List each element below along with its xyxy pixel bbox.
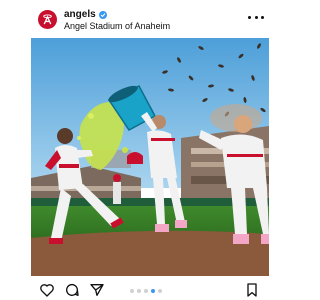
bookmark-icon[interactable] bbox=[244, 282, 260, 298]
location-link[interactable]: Angel Stadium of Anaheim bbox=[64, 21, 170, 31]
carousel-dot bbox=[137, 289, 141, 293]
carousel-indicator bbox=[130, 289, 162, 293]
post-image[interactable] bbox=[31, 38, 269, 276]
verified-badge-icon bbox=[98, 10, 107, 19]
post-actions-bar bbox=[0, 282, 300, 300]
carousel-dot bbox=[130, 289, 134, 293]
comment-icon[interactable] bbox=[64, 282, 80, 298]
angels-logo-icon bbox=[43, 14, 52, 25]
username[interactable]: angels bbox=[64, 9, 96, 20]
carousel-dot-active bbox=[151, 289, 155, 293]
heart-icon[interactable] bbox=[39, 282, 55, 298]
carousel-dot bbox=[158, 289, 162, 293]
more-options-icon[interactable] bbox=[248, 11, 264, 23]
post-header: angels Angel Stadium of Anaheim bbox=[0, 0, 300, 38]
avatar[interactable] bbox=[38, 10, 57, 29]
carousel-dot bbox=[144, 289, 148, 293]
username-row[interactable]: angels bbox=[64, 9, 107, 20]
send-icon[interactable] bbox=[89, 282, 105, 298]
